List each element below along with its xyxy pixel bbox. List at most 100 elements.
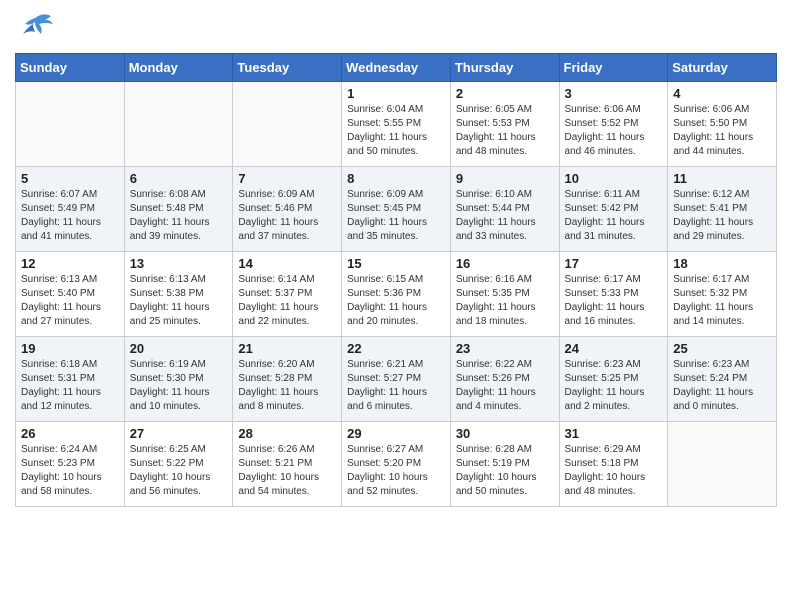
calendar-cell: 31 Sunrise: 6:29 AM Sunset: 5:18 PM Dayli… bbox=[559, 422, 668, 507]
day-info: Sunrise: 6:22 AM Sunset: 5:26 PM Dayligh… bbox=[456, 358, 554, 414]
calendar-cell: 6Sunrise: 6:08 AM Sunset: 5:48 PM Daylig… bbox=[124, 167, 233, 252]
day-info: Sunrise: 6:11 AM Sunset: 5:42 PM Dayligh… bbox=[565, 188, 663, 244]
day-info: Sunrise: 6:23 AM Sunset: 5:24 PM Dayligh… bbox=[673, 358, 771, 414]
day-info: Sunrise: 6:04 AM Sunset: 5:55 PM Dayligh… bbox=[347, 103, 445, 159]
day-number: 25 bbox=[673, 341, 771, 356]
calendar-cell: 19 Sunrise: 6:18 AM Sunset: 5:31 PM Dayli… bbox=[16, 337, 125, 422]
weekday-header-friday: Friday bbox=[559, 54, 668, 82]
day-info: Sunrise: 6:18 AM Sunset: 5:31 PM Dayligh… bbox=[21, 358, 119, 414]
calendar-week-2: 5 Sunrise: 6:07 AM Sunset: 5:49 PM Daylig… bbox=[16, 167, 777, 252]
day-number: 14 bbox=[238, 256, 336, 271]
weekday-header-sunday: Sunday bbox=[16, 54, 125, 82]
weekday-header-saturday: Saturday bbox=[668, 54, 777, 82]
day-number: 23 bbox=[456, 341, 554, 356]
day-info: Sunrise: 6:13 AM Sunset: 5:40 PM Dayligh… bbox=[21, 273, 119, 329]
day-number: 31 bbox=[565, 426, 663, 441]
weekday-header-tuesday: Tuesday bbox=[233, 54, 342, 82]
day-info: Sunrise: 6:26 AM Sunset: 5:21 PM Dayligh… bbox=[238, 443, 336, 499]
calendar-cell: 30 Sunrise: 6:28 AM Sunset: 5:19 PM Dayli… bbox=[450, 422, 559, 507]
day-number: 30 bbox=[456, 426, 554, 441]
day-info: Sunrise: 6:05 AM Sunset: 5:53 PM Dayligh… bbox=[456, 103, 554, 159]
day-number: 8 bbox=[347, 171, 445, 186]
day-number: 10 bbox=[565, 171, 663, 186]
calendar-cell: 16Sunrise: 6:16 AM Sunset: 5:35 PM Dayli… bbox=[450, 252, 559, 337]
calendar-cell: 10 Sunrise: 6:11 AM Sunset: 5:42 PM Dayli… bbox=[559, 167, 668, 252]
calendar-cell: 14 Sunrise: 6:14 AM Sunset: 5:37 PM Dayli… bbox=[233, 252, 342, 337]
day-number: 11 bbox=[673, 171, 771, 186]
calendar-cell: 5 Sunrise: 6:07 AM Sunset: 5:49 PM Daylig… bbox=[16, 167, 125, 252]
calendar-cell: 8 Sunrise: 6:09 AM Sunset: 5:45 PM Daylig… bbox=[342, 167, 451, 252]
logo-icon bbox=[15, 10, 60, 45]
calendar-cell: 20 Sunrise: 6:19 AM Sunset: 5:30 PM Dayli… bbox=[124, 337, 233, 422]
day-info: Sunrise: 6:06 AM Sunset: 5:50 PM Dayligh… bbox=[673, 103, 771, 159]
day-info: Sunrise: 6:17 AM Sunset: 5:33 PM Dayligh… bbox=[565, 273, 663, 329]
day-info: Sunrise: 6:12 AM Sunset: 5:41 PM Dayligh… bbox=[673, 188, 771, 244]
calendar-cell: 15 Sunrise: 6:15 AM Sunset: 5:36 PM Dayli… bbox=[342, 252, 451, 337]
day-number: 12 bbox=[21, 256, 119, 271]
day-info: Sunrise: 6:06 AM Sunset: 5:52 PM Dayligh… bbox=[565, 103, 663, 159]
day-info: Sunrise: 6:09 AM Sunset: 5:46 PM Dayligh… bbox=[238, 188, 336, 244]
weekday-header-wednesday: Wednesday bbox=[342, 54, 451, 82]
day-info: Sunrise: 6:15 AM Sunset: 5:36 PM Dayligh… bbox=[347, 273, 445, 329]
weekday-header-monday: Monday bbox=[124, 54, 233, 82]
day-number: 24 bbox=[565, 341, 663, 356]
calendar-week-3: 12 Sunrise: 6:13 AM Sunset: 5:40 PM Dayli… bbox=[16, 252, 777, 337]
weekday-header-thursday: Thursday bbox=[450, 54, 559, 82]
calendar-header-row: SundayMondayTuesdayWednesdayThursdayFrid… bbox=[16, 54, 777, 82]
day-info: Sunrise: 6:19 AM Sunset: 5:30 PM Dayligh… bbox=[130, 358, 228, 414]
calendar-week-4: 19 Sunrise: 6:18 AM Sunset: 5:31 PM Dayli… bbox=[16, 337, 777, 422]
calendar-cell: 25 Sunrise: 6:23 AM Sunset: 5:24 PM Dayli… bbox=[668, 337, 777, 422]
calendar-cell: 17Sunrise: 6:17 AM Sunset: 5:33 PM Dayli… bbox=[559, 252, 668, 337]
calendar-cell: 29Sunrise: 6:27 AM Sunset: 5:20 PM Dayli… bbox=[342, 422, 451, 507]
day-number: 2 bbox=[456, 86, 554, 101]
day-info: Sunrise: 6:28 AM Sunset: 5:19 PM Dayligh… bbox=[456, 443, 554, 499]
day-info: Sunrise: 6:27 AM Sunset: 5:20 PM Dayligh… bbox=[347, 443, 445, 499]
day-number: 28 bbox=[238, 426, 336, 441]
calendar-table: SundayMondayTuesdayWednesdayThursdayFrid… bbox=[15, 53, 777, 507]
calendar-cell: 9Sunrise: 6:10 AM Sunset: 5:44 PM Daylig… bbox=[450, 167, 559, 252]
calendar-cell: 28 Sunrise: 6:26 AM Sunset: 5:21 PM Dayli… bbox=[233, 422, 342, 507]
day-info: Sunrise: 6:13 AM Sunset: 5:38 PM Dayligh… bbox=[130, 273, 228, 329]
day-number: 19 bbox=[21, 341, 119, 356]
calendar-cell: 23 Sunrise: 6:22 AM Sunset: 5:26 PM Dayli… bbox=[450, 337, 559, 422]
calendar-cell bbox=[16, 82, 125, 167]
calendar-cell: 13 Sunrise: 6:13 AM Sunset: 5:38 PM Dayli… bbox=[124, 252, 233, 337]
day-number: 15 bbox=[347, 256, 445, 271]
day-info: Sunrise: 6:08 AM Sunset: 5:48 PM Dayligh… bbox=[130, 188, 228, 244]
day-info: Sunrise: 6:24 AM Sunset: 5:23 PM Dayligh… bbox=[21, 443, 119, 499]
day-info: Sunrise: 6:17 AM Sunset: 5:32 PM Dayligh… bbox=[673, 273, 771, 329]
day-number: 27 bbox=[130, 426, 228, 441]
day-info: Sunrise: 6:20 AM Sunset: 5:28 PM Dayligh… bbox=[238, 358, 336, 414]
day-number: 13 bbox=[130, 256, 228, 271]
day-info: Sunrise: 6:16 AM Sunset: 5:35 PM Dayligh… bbox=[456, 273, 554, 329]
day-info: Sunrise: 6:21 AM Sunset: 5:27 PM Dayligh… bbox=[347, 358, 445, 414]
day-number: 5 bbox=[21, 171, 119, 186]
calendar-week-1: 1 Sunrise: 6:04 AM Sunset: 5:55 PM Daylig… bbox=[16, 82, 777, 167]
calendar-cell: 26Sunrise: 6:24 AM Sunset: 5:23 PM Dayli… bbox=[16, 422, 125, 507]
day-number: 4 bbox=[673, 86, 771, 101]
calendar-cell: 2 Sunrise: 6:05 AM Sunset: 5:53 PM Daylig… bbox=[450, 82, 559, 167]
calendar-cell: 1 Sunrise: 6:04 AM Sunset: 5:55 PM Daylig… bbox=[342, 82, 451, 167]
day-number: 3 bbox=[565, 86, 663, 101]
day-info: Sunrise: 6:14 AM Sunset: 5:37 PM Dayligh… bbox=[238, 273, 336, 329]
day-info: Sunrise: 6:29 AM Sunset: 5:18 PM Dayligh… bbox=[565, 443, 663, 499]
calendar-cell: 24 Sunrise: 6:23 AM Sunset: 5:25 PM Dayli… bbox=[559, 337, 668, 422]
day-info: Sunrise: 6:23 AM Sunset: 5:25 PM Dayligh… bbox=[565, 358, 663, 414]
calendar-cell: 21 Sunrise: 6:20 AM Sunset: 5:28 PM Dayli… bbox=[233, 337, 342, 422]
day-info: Sunrise: 6:10 AM Sunset: 5:44 PM Dayligh… bbox=[456, 188, 554, 244]
calendar-cell bbox=[124, 82, 233, 167]
calendar-cell: 18 Sunrise: 6:17 AM Sunset: 5:32 PM Dayli… bbox=[668, 252, 777, 337]
page-header bbox=[15, 10, 777, 45]
day-number: 1 bbox=[347, 86, 445, 101]
day-info: Sunrise: 6:07 AM Sunset: 5:49 PM Dayligh… bbox=[21, 188, 119, 244]
day-info: Sunrise: 6:09 AM Sunset: 5:45 PM Dayligh… bbox=[347, 188, 445, 244]
day-number: 20 bbox=[130, 341, 228, 356]
day-number: 7 bbox=[238, 171, 336, 186]
day-info: Sunrise: 6:25 AM Sunset: 5:22 PM Dayligh… bbox=[130, 443, 228, 499]
calendar-cell: 22Sunrise: 6:21 AM Sunset: 5:27 PM Dayli… bbox=[342, 337, 451, 422]
day-number: 18 bbox=[673, 256, 771, 271]
day-number: 21 bbox=[238, 341, 336, 356]
calendar-cell: 12 Sunrise: 6:13 AM Sunset: 5:40 PM Dayli… bbox=[16, 252, 125, 337]
calendar-cell bbox=[233, 82, 342, 167]
calendar-cell: 4 Sunrise: 6:06 AM Sunset: 5:50 PM Daylig… bbox=[668, 82, 777, 167]
